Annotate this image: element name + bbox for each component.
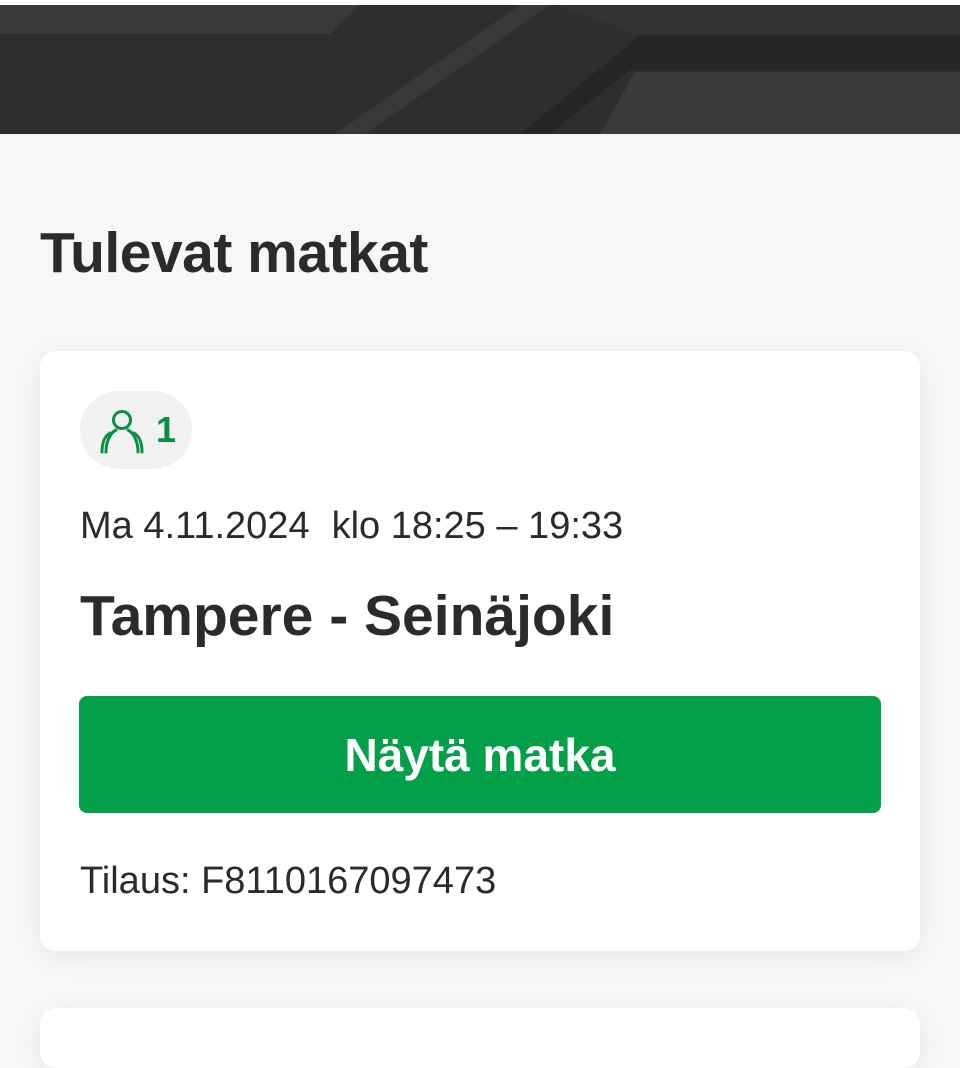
order-line: Tilaus: F8110167097473 (80, 856, 496, 906)
header-banner (0, 0, 960, 134)
show-trip-button[interactable]: Näytä matka (79, 696, 881, 813)
page-title: Tulevat matkat (40, 221, 428, 285)
trip-card: 1 Ma 4.11.2024 klo 18:25 – 19:33 Tampere … (40, 351, 920, 951)
trip-route: Tampere - Seinäjoki (80, 584, 615, 648)
passenger-count: 1 (155, 409, 177, 450)
trip-date: Ma 4.11.2024 (80, 505, 310, 547)
trip-time: klo 18:25 – 19:33 (331, 505, 624, 547)
trip-datetime: Ma 4.11.2024 klo 18:25 – 19:33 (80, 501, 623, 551)
order-number: F8110167097473 (201, 860, 497, 902)
person-icon (96, 406, 150, 454)
passenger-count-badge: 1 (80, 391, 192, 469)
header-pattern (0, 5, 960, 134)
order-label: Tilaus: (80, 860, 191, 902)
next-trip-card (40, 1008, 920, 1068)
